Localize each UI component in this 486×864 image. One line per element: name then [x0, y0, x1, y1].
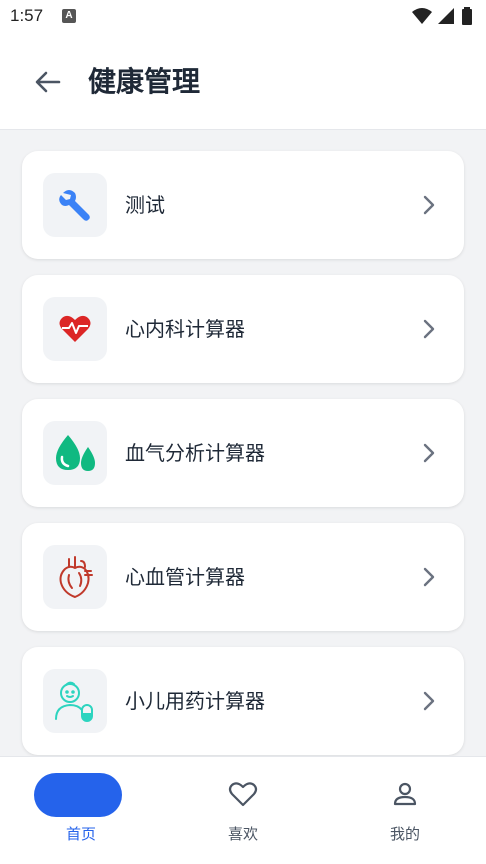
- status-time: 1:57: [10, 6, 44, 25]
- list-item-test[interactable]: 测试: [22, 151, 464, 259]
- list-item-blood-gas-calculator[interactable]: 血气分析计算器: [22, 399, 464, 507]
- nav-profile[interactable]: 我的: [324, 757, 486, 864]
- bottom-nav: 首页 喜欢 我的: [0, 756, 486, 864]
- drops-icon: [56, 435, 95, 471]
- chevron-right-icon: [423, 691, 435, 711]
- calculator-list: 测试 心内科计算器 血气分析计算器 心血管计算器 小儿用药计算器: [0, 131, 486, 756]
- chevron-right-icon: [423, 319, 435, 339]
- chevron-right-icon: [423, 567, 435, 587]
- nav-favorites[interactable]: 喜欢: [162, 757, 324, 864]
- item-icon-box: [43, 421, 107, 485]
- item-icon-box: [43, 173, 107, 237]
- item-icon-box: [43, 669, 107, 733]
- chevron-right-icon: [423, 443, 435, 463]
- item-label: 小儿用药计算器: [125, 689, 265, 713]
- home-pill-icon: [34, 773, 122, 817]
- item-label: 心血管计算器: [125, 565, 245, 589]
- item-icon-box: [43, 545, 107, 609]
- page-title: 健康管理: [88, 65, 201, 98]
- nav-home[interactable]: 首页: [0, 757, 162, 864]
- back-button[interactable]: [28, 62, 68, 102]
- arrow-left-icon: [35, 71, 61, 93]
- nav-favorites-label: 喜欢: [227, 825, 258, 843]
- chevron-right-icon: [423, 195, 435, 215]
- status-icons: [410, 6, 476, 26]
- app-bar: 健康管理: [0, 34, 486, 130]
- list-item-pediatric-dosage-calculator[interactable]: 小儿用药计算器: [22, 647, 464, 755]
- item-icon-box: [43, 297, 107, 361]
- heart-pulse-icon: [59, 315, 91, 342]
- anatomical-heart-icon: [59, 556, 93, 598]
- person-icon: [393, 782, 417, 806]
- signal-icon: [438, 8, 454, 24]
- nav-profile-label: 我的: [389, 825, 420, 843]
- list-item-cardiovascular-calculator[interactable]: 心血管计算器: [22, 523, 464, 631]
- list-item-cardiology-calculator[interactable]: 心内科计算器: [22, 275, 464, 383]
- status-bar: 1:57 A: [0, 0, 486, 34]
- nav-home-label: 首页: [65, 825, 96, 843]
- heart-outline-icon: [228, 782, 258, 807]
- notification-icon: A: [62, 9, 76, 23]
- child-medicine-icon: [55, 681, 93, 722]
- wifi-icon: [412, 8, 432, 24]
- item-label: 测试: [125, 193, 165, 217]
- battery-icon: [462, 7, 472, 25]
- item-label: 心内科计算器: [125, 317, 245, 341]
- item-label: 血气分析计算器: [125, 441, 265, 465]
- wrench-icon: [59, 190, 90, 221]
